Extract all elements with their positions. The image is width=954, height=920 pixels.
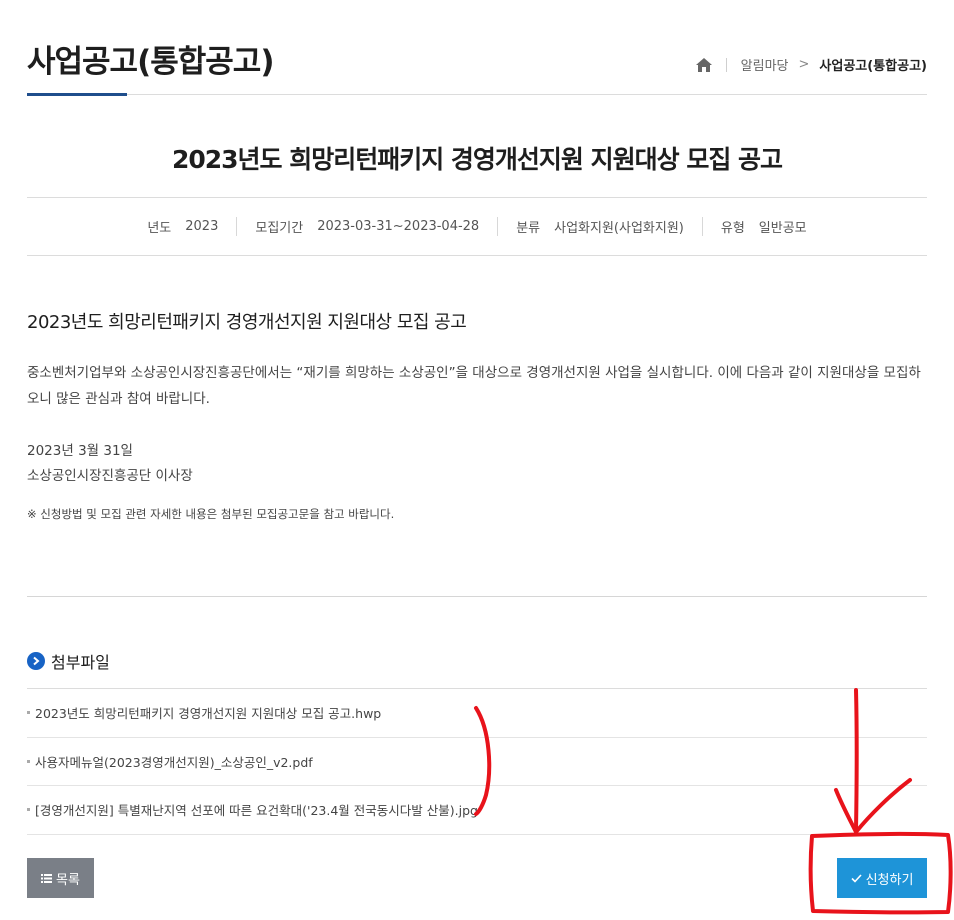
- attachment-link-jpg[interactable]: [경영개선지원] 특별재난지역 선포에 따른 요건확대('23.4월 전국동시다…: [27, 786, 927, 835]
- attachment-filename[interactable]: 사용자메뉴얼(2023경영개선지원)_소상공인_v2.pdf: [35, 752, 313, 771]
- apply-button[interactable]: 신청하기: [837, 858, 927, 898]
- post-meta: 년도 2023 모집기간 2023-03-31~2023-04-28 분류 사업…: [27, 197, 927, 256]
- breadcrumb-divider: [725, 57, 727, 72]
- attachment-link-pdf[interactable]: 사용자메뉴얼(2023경영개선지원)_소상공인_v2.pdf: [27, 738, 927, 786]
- attachment-filename[interactable]: 2023년도 희망리턴패키지 경영개선지원 지원대상 모집 공고.hwp: [35, 703, 381, 722]
- list-icon: [41, 871, 53, 886]
- meta-year-label: 년도: [147, 221, 172, 236]
- meta-type: 유형 일반공모: [701, 217, 825, 236]
- content-heading: 2023년도 희망리턴패키지 경영개선지원 지원대상 모집 공고: [27, 312, 467, 333]
- meta-type-value: 일반공모: [758, 221, 807, 236]
- content-body: 중소벤처기업부와 소상공인시장진흥공단에서는 “재기를 희망하는 소상공인”을 …: [27, 365, 921, 407]
- content-divider: [27, 596, 927, 597]
- breadcrumb: 알림마당 > 사업공고(통합공고): [695, 55, 927, 74]
- title-underline: [27, 93, 127, 96]
- meta-period-label: 모집기간: [255, 221, 304, 236]
- page-header: 사업공고(통합공고) 알림마당 > 사업공고(통합공고): [27, 0, 927, 96]
- meta-year: 년도 2023: [129, 217, 236, 236]
- attachment-link-hwp[interactable]: 2023년도 희망리턴패키지 경영개선지원 지원대상 모집 공고.hwp: [27, 689, 927, 738]
- breadcrumb-item-current: 사업공고(통합공고): [819, 59, 927, 74]
- meta-period-value: 2023-03-31~2023-04-28: [317, 219, 480, 234]
- attachments-title: 첨부파일: [51, 653, 110, 672]
- meta-category-value: 사업화지원(사업화지원): [554, 221, 684, 236]
- content-note: ※ 신청방법 및 모집 관련 자세한 내용은 첨부된 모집공고문을 참고 바랍니…: [27, 507, 395, 521]
- attachment-filename[interactable]: [경영개선지원] 특별재난지역 선포에 따른 요건확대('23.4월 전국동시다…: [35, 800, 478, 819]
- post-title: 2023년도 희망리턴패키지 경영개선지원 지원대상 모집 공고: [171, 145, 783, 174]
- apply-button-label: 신청하기: [865, 871, 914, 887]
- check-icon: [851, 871, 862, 886]
- post-content: 2023년도 희망리턴패키지 경영개선지원 지원대상 모집 공고 중소벤처기업부…: [27, 308, 927, 522]
- meta-type-label: 유형: [720, 221, 745, 236]
- chevron-right-circle-icon: [27, 652, 45, 670]
- meta-period: 모집기간 2023-03-31~2023-04-28: [236, 217, 497, 236]
- bullet-icon: [27, 759, 30, 763]
- attachments-header: 첨부파일: [27, 649, 110, 673]
- breadcrumb-separator: >: [798, 57, 810, 72]
- content-date: 2023년 3월 31일: [27, 443, 133, 459]
- bullet-icon: [27, 808, 30, 812]
- content-date-signer: 2023년 3월 31일 소상공인시장진흥공단 이사장: [27, 439, 927, 489]
- attachment-list: 2023년도 희망리턴패키지 경영개선지원 지원대상 모집 공고.hwp 사용자…: [27, 688, 927, 835]
- list-button[interactable]: 목록: [27, 858, 94, 898]
- meta-category-label: 분류: [516, 221, 541, 236]
- breadcrumb-item-notice[interactable]: 알림마당: [741, 55, 789, 74]
- meta-category: 분류 사업화지원(사업화지원): [497, 217, 702, 236]
- home-icon[interactable]: [695, 57, 712, 72]
- meta-year-value: 2023: [185, 219, 219, 234]
- content-signer: 소상공인시장진흥공단 이사장: [27, 468, 193, 484]
- bullet-icon: [27, 711, 30, 715]
- list-button-label: 목록: [56, 871, 80, 887]
- page-title: 사업공고(통합공고): [27, 44, 274, 80]
